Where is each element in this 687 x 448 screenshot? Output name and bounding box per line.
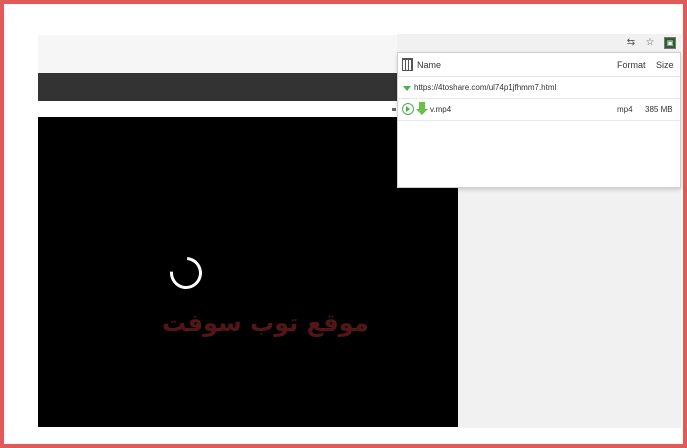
browser-toolbar: ⇆ ☆ ▣: [397, 34, 681, 52]
column-header-name[interactable]: Name: [417, 60, 441, 70]
webpage-top-strip: [38, 35, 458, 74]
expand-triangle-icon[interactable]: [403, 86, 411, 91]
webpage-header-bar: [38, 73, 458, 101]
loading-spinner-icon: [163, 250, 209, 296]
page-url-row[interactable]: https://4toshare.com/ul74p1jfhmm7.html: [398, 77, 680, 99]
column-header-size[interactable]: Size: [656, 60, 674, 70]
star-icon[interactable]: ☆: [644, 37, 656, 49]
file-size: 385 MB: [645, 105, 673, 114]
play-icon[interactable]: [402, 103, 414, 115]
video-downloader-extension-icon[interactable]: ▣: [664, 37, 676, 49]
list-item[interactable]: v.mp4 mp4 385 MB: [398, 99, 680, 121]
scroll-marker: [392, 108, 396, 111]
downloader-popup: Name Format Size https://4toshare.com/ul…: [397, 52, 681, 188]
page-url: https://4toshare.com/ul74p1jfhmm7.html: [414, 83, 557, 92]
file-format: mp4: [617, 105, 633, 114]
video-player[interactable]: موقع توب سوفت: [38, 117, 458, 427]
column-header-format[interactable]: Format: [617, 60, 646, 70]
download-arrow-icon[interactable]: [416, 102, 428, 116]
trash-icon[interactable]: [402, 58, 413, 71]
translate-icon[interactable]: ⇆: [625, 37, 637, 49]
popup-header: Name Format Size: [398, 53, 680, 77]
watermark-text: موقع توب سوفت: [162, 309, 369, 337]
file-name: v.mp4: [430, 105, 452, 114]
